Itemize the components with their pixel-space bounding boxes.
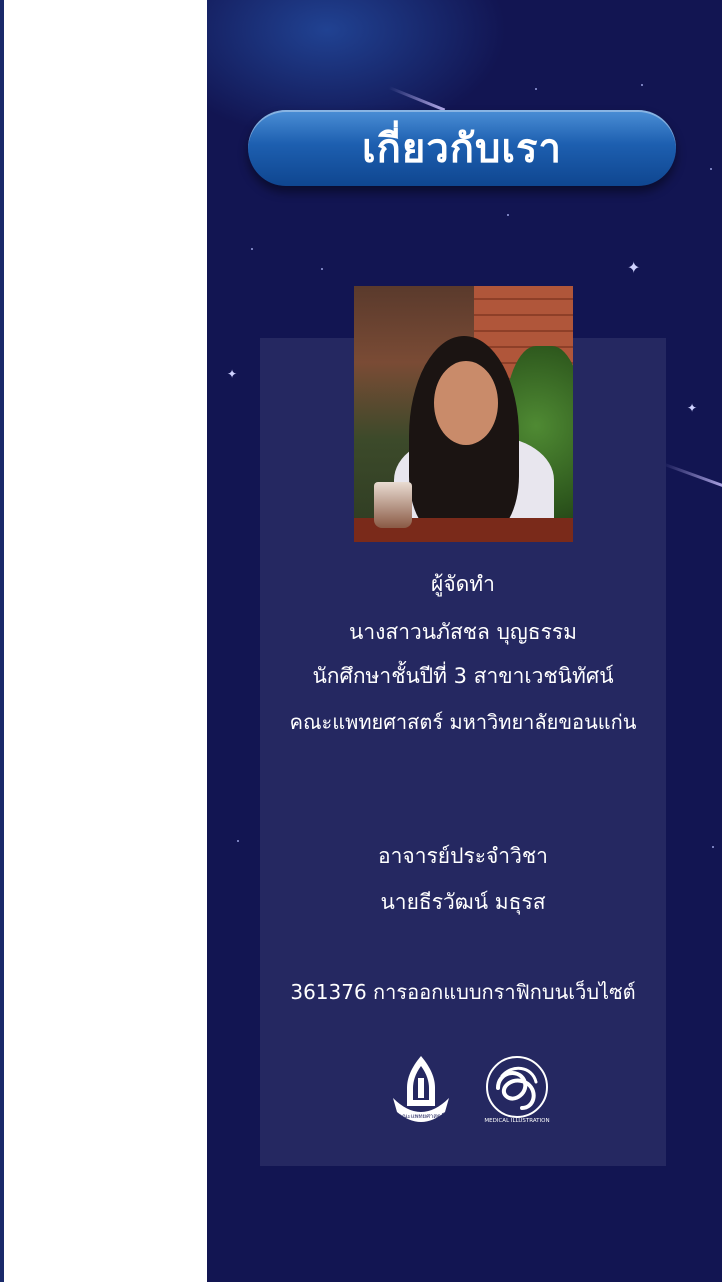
medical-illustration-logo: MEDICAL ILLUSTRATION: [484, 1056, 550, 1124]
svg-text:คณะแพทยศาสตร์: คณะแพทยศาสตร์: [398, 1112, 445, 1120]
maker-student-info: นักศึกษาชั้นปีที่ 3 สาขาเวชนิทัศน์: [312, 664, 614, 688]
page-title: เกี่ยวกับเรา: [361, 126, 562, 172]
left-edge-border: [0, 0, 4, 1282]
course-title: 361376 การออกแบบกราฟิกบนเว็บไซต์: [290, 980, 636, 1004]
svg-text:MEDICAL ILLUSTRATION: MEDICAL ILLUSTRATION: [484, 1118, 549, 1124]
star-dot: [507, 214, 509, 216]
photo-cup: [374, 482, 412, 528]
maker-name: นางสาวนภัสชล บุญธรรม: [348, 620, 578, 644]
star-dot: [251, 248, 253, 250]
star-icon: ✦: [227, 367, 238, 381]
shooting-star: [661, 462, 722, 489]
star-dot: [321, 268, 323, 270]
maker-faculty: คณะแพทยศาสตร์ มหาวิทยาลัยขอนแก่น: [289, 710, 637, 734]
star-dot: [641, 84, 643, 86]
advisor-name: นายธีรวัฒน์ มธุรส: [380, 890, 546, 914]
star-icon: ✦: [687, 401, 698, 415]
maker-heading: ผู้จัดทำ: [431, 572, 495, 596]
faculty-of-medicine-logo: คณะแพทยศาสตร์: [393, 1056, 449, 1122]
star-dot: [710, 168, 712, 170]
profile-photo: [354, 286, 573, 542]
advisor-heading: อาจารย์ประจำวิชา: [378, 844, 548, 868]
star-dot: [237, 840, 239, 842]
star-dot: [712, 846, 714, 848]
star-dot: [535, 88, 537, 90]
star-icon: ✦: [627, 258, 641, 277]
page-title-banner: เกี่ยวกับเรา: [248, 110, 676, 186]
photo-face: [434, 361, 498, 445]
